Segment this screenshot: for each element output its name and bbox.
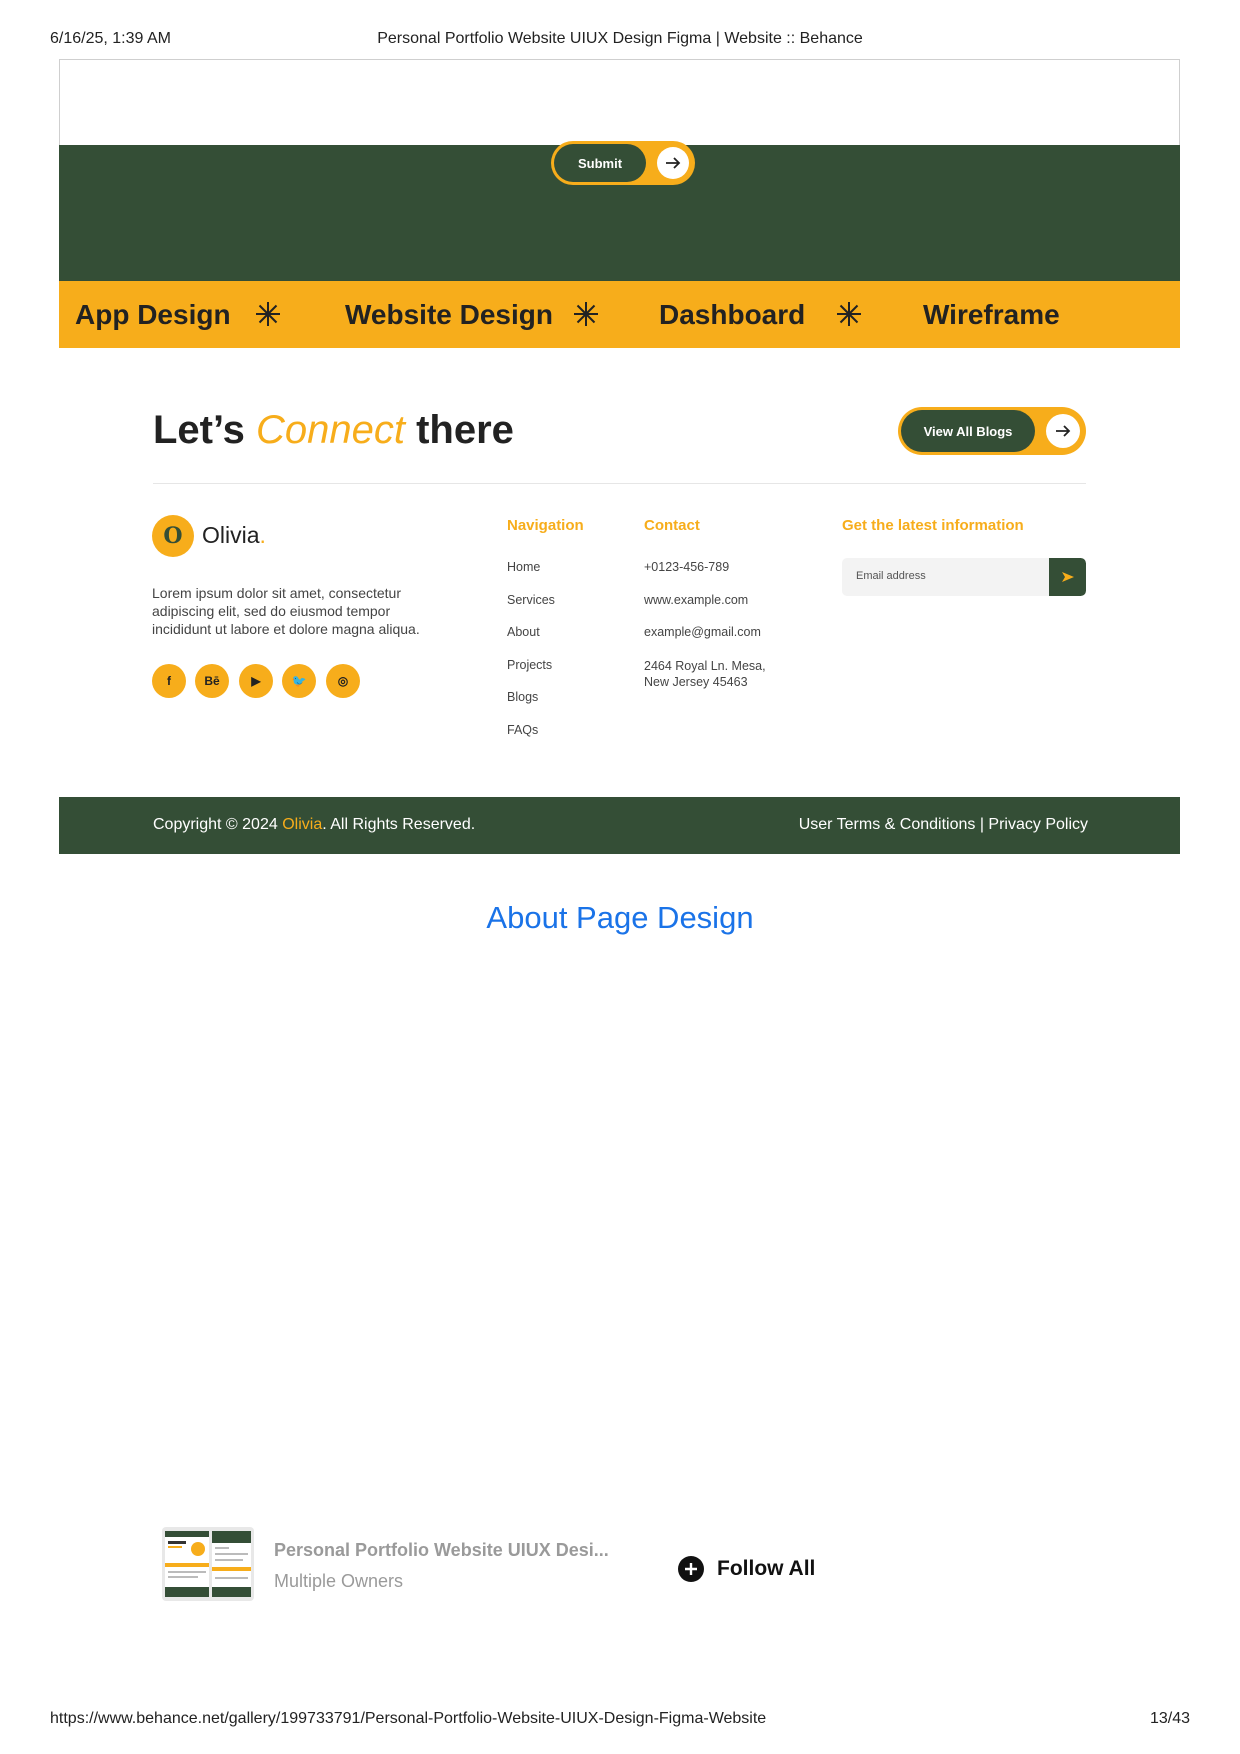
nav-link-about[interactable]: About (507, 625, 540, 639)
services-marquee: App Design Website Design Dashboard Wire… (59, 281, 1180, 348)
plus-icon (678, 1556, 704, 1582)
terms-link[interactable]: User Terms & Conditions (799, 816, 976, 833)
newsletter-heading: Get the latest information (842, 517, 1024, 534)
legal-separator: | (979, 816, 984, 833)
brand-name: Olivia. (202, 522, 266, 549)
brand-description: Lorem ipsum dolor sit amet, consectetur … (152, 585, 420, 637)
follow-all-label: Follow All (717, 1557, 816, 1580)
navigation-heading: Navigation (507, 517, 584, 534)
brand-name-text: Olivia (202, 522, 260, 548)
print-page-number: 13/43 (1149, 1710, 1190, 1727)
design-frame: Submit App Design Website Design Dashboa… (59, 59, 1180, 348)
brand-logo[interactable]: O (152, 515, 194, 557)
legal-links: User Terms & Conditions | Privacy Policy (799, 816, 1088, 834)
nav-link-blogs[interactable]: Blogs (507, 690, 538, 704)
print-header: 6/16/25, 1:39 AM Personal Portfolio Webs… (50, 30, 1190, 52)
nav-link-services[interactable]: Services (507, 593, 555, 607)
print-page-title: Personal Portfolio Website UIUX Design F… (377, 30, 863, 47)
email-placeholder: Email address (856, 570, 926, 582)
copyright-bar: Copyright © 2024 Olivia. All Rights Rese… (59, 797, 1180, 854)
contact-address: 2464 Royal Ln. Mesa, New Jersey 45463 (644, 659, 766, 689)
contact-heading: Contact (644, 517, 700, 534)
marquee-item-dashboard: Dashboard (659, 299, 806, 330)
view-all-blogs-pill[interactable]: View All Blogs (898, 407, 1086, 455)
copyright-prefix: Copyright © 2024 (153, 816, 283, 833)
instagram-icon[interactable]: ◎ (326, 664, 360, 698)
twitter-icon[interactable]: 🐦 (282, 664, 316, 698)
brand-dot: . (259, 522, 266, 548)
contact-phone[interactable]: +0123-456-789 (644, 560, 729, 574)
nav-link-projects[interactable]: Projects (507, 658, 552, 672)
youtube-icon[interactable]: ▶ (239, 664, 273, 698)
asterisk-icon (256, 302, 280, 326)
asterisk-icon (574, 302, 598, 326)
copyright-text: Copyright © 2024 Olivia. All Rights Rese… (153, 816, 475, 834)
view-all-blogs-button[interactable]: View All Blogs (901, 410, 1035, 452)
connect-prefix: Let’s (153, 408, 245, 452)
footer-divider (153, 483, 1086, 484)
project-title[interactable]: Personal Portfolio Website UIUX Desi... (274, 1540, 609, 1561)
project-thumbnail[interactable] (162, 1527, 254, 1601)
facebook-icon[interactable]: f (152, 664, 186, 698)
send-button[interactable] (1049, 558, 1086, 596)
form-green-band: Submit (59, 141, 1180, 281)
connect-suffix: there (416, 408, 514, 452)
marquee-item-app-design: App Design (75, 299, 231, 330)
print-footer: https://www.behance.net/gallery/19973379… (50, 1710, 1190, 1732)
connect-accent: Connect (256, 408, 405, 452)
marquee-item-website-design: Website Design (345, 299, 553, 330)
arrow-right-icon[interactable] (1046, 414, 1080, 448)
copyright-suffix: . All Rights Reserved. (322, 816, 476, 833)
project-owner[interactable]: Multiple Owners (274, 1571, 403, 1592)
submit-pill[interactable]: Submit (551, 141, 695, 185)
contact-website[interactable]: www.example.com (644, 593, 748, 607)
follow-all-button[interactable]: Follow All (678, 1555, 815, 1583)
print-url: https://www.behance.net/gallery/19973379… (50, 1710, 767, 1727)
nav-link-faqs[interactable]: FAQs (507, 723, 538, 737)
contact-form-bottom (59, 59, 1180, 145)
send-icon (1061, 572, 1074, 582)
section-title-link[interactable]: About Page Design (0, 900, 1240, 936)
behance-icon[interactable]: Bē (195, 664, 229, 698)
marquee-item-wireframe: Wireframe (923, 299, 1060, 330)
privacy-link[interactable]: Privacy Policy (988, 816, 1088, 833)
nav-link-home[interactable]: Home (507, 560, 540, 574)
submit-button[interactable]: Submit (554, 144, 646, 182)
arrow-right-icon[interactable] (657, 147, 689, 179)
email-input[interactable]: Email address (842, 558, 1086, 596)
copyright-name: Olivia (282, 816, 323, 833)
connect-heading: Let’s Connect there (153, 408, 514, 453)
asterisk-icon (837, 302, 861, 326)
contact-email[interactable]: example@gmail.com (644, 625, 761, 639)
